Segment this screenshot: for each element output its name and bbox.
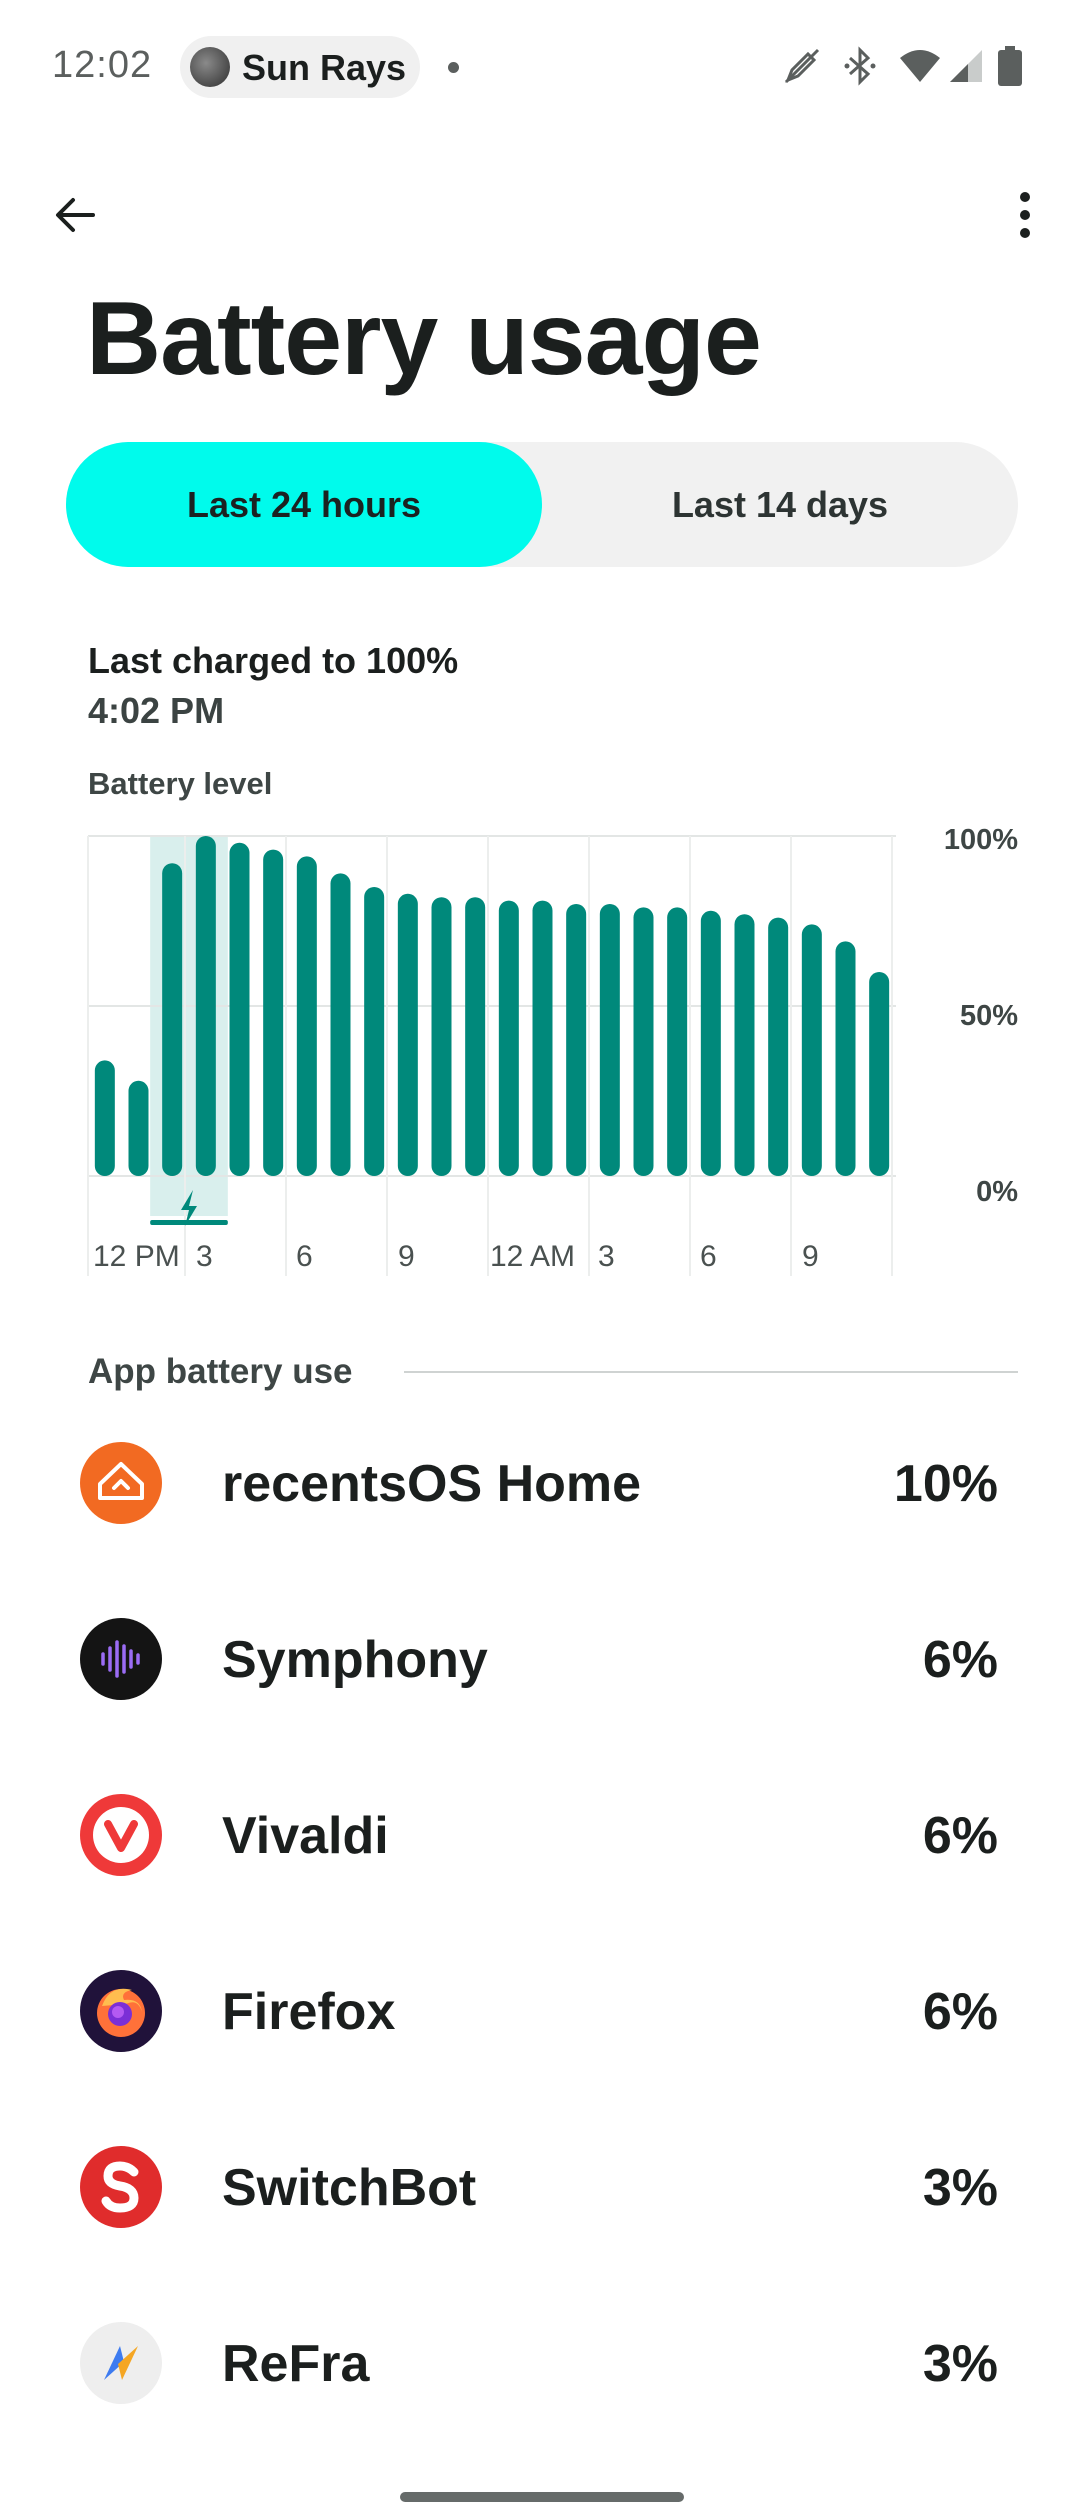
battery-bar xyxy=(734,914,755,1176)
y-tick-label: 0% xyxy=(976,1176,1018,1208)
app-row-firefox[interactable]: Firefox 6% xyxy=(0,1924,1080,2100)
app-row-recentsos-home[interactable]: recentsOS Home 10% xyxy=(0,1396,1080,1572)
battery-bar xyxy=(498,900,519,1176)
app-percent: 6% xyxy=(922,1631,998,1689)
battery-bar xyxy=(263,849,284,1176)
battery-bar xyxy=(566,904,587,1176)
battery-bar xyxy=(633,907,654,1176)
app-row-symphony[interactable]: Symphony 6% xyxy=(0,1572,1080,1748)
app-name: Symphony xyxy=(222,1631,488,1689)
symphony-icon xyxy=(80,1618,162,1700)
app-name: Vivaldi xyxy=(222,1807,389,1865)
battery-bar xyxy=(296,856,317,1176)
battery-bar xyxy=(801,924,822,1176)
app-name: Firefox xyxy=(222,1983,396,2041)
battery-bar xyxy=(229,842,250,1176)
battery-bar xyxy=(330,873,351,1176)
navigation-handle[interactable] xyxy=(400,2492,684,2502)
app-percent: 6% xyxy=(922,1983,998,2041)
x-tick-label: 12 PM xyxy=(93,1240,180,1273)
charging-indicator-line xyxy=(150,1220,228,1225)
x-tick-label: 12 AM xyxy=(490,1240,576,1273)
battery-bar xyxy=(599,904,620,1176)
battery-bar xyxy=(667,907,688,1176)
battery-bar xyxy=(700,910,721,1176)
app-name: SwitchBot xyxy=(222,2159,477,2217)
battery-bar xyxy=(465,897,486,1176)
app-percent: 3% xyxy=(922,2335,998,2393)
x-tick-label: 6 xyxy=(296,1240,313,1273)
recentsos-home-icon xyxy=(80,1442,162,1524)
charging-highlight xyxy=(150,836,228,1216)
app-battery-use-header: App battery use xyxy=(88,1352,353,1391)
battery-bar xyxy=(869,972,890,1176)
battery-level-chart: 100% 50% 0% 12 PM 3 6 9 12 AM 3 6 9 xyxy=(0,0,1080,1300)
battery-bar xyxy=(128,1080,149,1176)
battery-bar xyxy=(162,863,183,1176)
firefox-icon xyxy=(80,1970,162,2052)
app-row-vivaldi[interactable]: Vivaldi 6% xyxy=(0,1748,1080,1924)
vivaldi-icon xyxy=(80,1794,162,1876)
y-tick-label: 50% xyxy=(959,1000,1018,1032)
x-tick-label: 9 xyxy=(398,1240,415,1273)
app-percent: 6% xyxy=(922,1807,998,1865)
app-percent: 10% xyxy=(893,1455,998,1513)
x-tick-label: 3 xyxy=(196,1240,213,1273)
battery-bar xyxy=(397,893,418,1176)
battery-bar xyxy=(532,900,553,1176)
battery-bar xyxy=(768,917,789,1176)
battery-chart-svg xyxy=(87,835,896,1276)
battery-bar xyxy=(195,836,216,1176)
section-divider xyxy=(404,1371,1018,1373)
x-tick-label: 3 xyxy=(598,1240,615,1273)
battery-bar xyxy=(835,941,856,1176)
app-row-switchbot[interactable]: SwitchBot 3% xyxy=(0,2100,1080,2276)
app-name: recentsOS Home xyxy=(222,1455,642,1513)
refra-icon xyxy=(80,2322,162,2404)
battery-bar xyxy=(431,897,452,1176)
x-tick-label: 6 xyxy=(700,1240,717,1273)
y-tick-label: 100% xyxy=(943,824,1018,856)
app-row-refra[interactable]: ReFra 3% xyxy=(0,2276,1080,2452)
x-tick-label: 9 xyxy=(802,1240,819,1273)
switchbot-icon xyxy=(80,2146,162,2228)
app-percent: 3% xyxy=(922,2159,998,2217)
battery-bar xyxy=(364,887,385,1176)
app-name: ReFra xyxy=(222,2335,370,2393)
battery-bar xyxy=(94,1060,115,1176)
